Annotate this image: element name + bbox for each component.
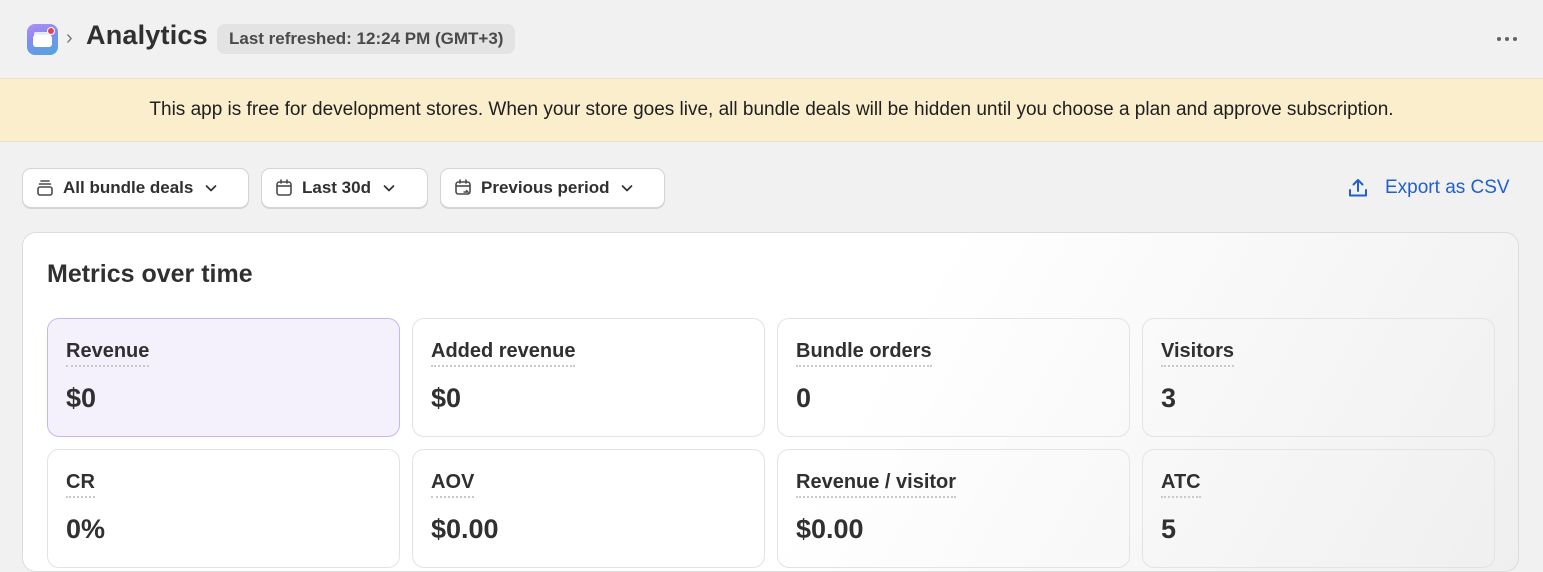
more-actions-button[interactable] — [1490, 28, 1524, 50]
metric-label[interactable]: AOV — [431, 471, 475, 498]
upload-icon — [1349, 179, 1367, 197]
metric-label[interactable]: ATC — [1161, 471, 1201, 498]
last-refreshed-badge: Last refreshed: 12:24 PM (GMT+3) — [217, 24, 516, 54]
breadcrumb-separator: › — [66, 27, 73, 49]
metric-label[interactable]: Revenue / visitor — [796, 471, 957, 498]
metric-value: 0% — [66, 514, 106, 544]
metric-tile-cr[interactable]: CR 0% — [47, 449, 400, 568]
metric-tile-visitors[interactable]: Visitors 3 — [1142, 318, 1495, 437]
banner-text: This app is free for development stores.… — [149, 99, 1394, 120]
metric-tile-atc[interactable]: ATC 5 — [1142, 449, 1495, 568]
metric-tile-revenue-per-visitor[interactable]: Revenue / visitor $0.00 — [777, 449, 1130, 568]
chevron-down-icon — [383, 185, 395, 192]
date-range-label: Last 30d — [302, 178, 371, 197]
stack-icon — [37, 180, 53, 196]
dev-store-banner: This app is free for development stores.… — [0, 78, 1543, 142]
top-bar: › Analytics Last refreshed: 12:24 PM (GM… — [0, 0, 1543, 78]
more-horizontal-icon-dot — [1513, 37, 1517, 41]
comparison-period-button[interactable]: Previous period — [440, 168, 665, 208]
export-csv-label: Export as CSV — [1385, 177, 1510, 198]
bundle-filter-label: All bundle deals — [63, 178, 194, 197]
metric-label[interactable]: Added revenue — [431, 340, 576, 367]
metric-value: 5 — [1161, 514, 1177, 544]
metric-value: 0 — [796, 383, 812, 413]
metric-tile-revenue[interactable]: Revenue $0 — [47, 318, 400, 437]
metric-value: $0 — [66, 383, 97, 413]
more-horizontal-icon-dot — [1505, 37, 1509, 41]
filter-bar: All bundle deals Last 30d Previous perio… — [0, 168, 1543, 208]
metric-value: $0.00 — [431, 514, 499, 544]
calendar-compare-icon — [455, 179, 471, 195]
more-horizontal-icon — [1497, 37, 1501, 41]
metric-tile-aov[interactable]: AOV $0.00 — [412, 449, 765, 568]
metric-value: $0 — [431, 383, 462, 413]
app-logo-stack — [33, 35, 52, 47]
export-csv-button[interactable]: Export as CSV — [1346, 168, 1510, 208]
app-logo-dot — [47, 27, 55, 35]
app-logo[interactable] — [27, 24, 58, 55]
metric-label[interactable]: Visitors — [1161, 340, 1234, 367]
date-range-button[interactable]: Last 30d — [261, 168, 428, 208]
metric-label[interactable]: Revenue — [66, 340, 150, 367]
bundle-filter-button[interactable]: All bundle deals — [22, 168, 249, 208]
chevron-down-icon — [622, 185, 633, 192]
metrics-card: Metrics over time Revenue $0 Added reven… — [22, 232, 1519, 572]
page-title: Analytics — [86, 20, 208, 50]
metric-label[interactable]: CR — [66, 471, 95, 498]
metric-value: $0.00 — [796, 514, 864, 544]
comparison-period-label: Previous period — [481, 178, 610, 197]
metric-tile-bundle-orders[interactable]: Bundle orders 0 — [777, 318, 1130, 437]
card-title: Metrics over time — [47, 260, 253, 288]
calendar-icon — [276, 179, 292, 196]
chevron-down-icon — [206, 185, 217, 192]
metric-value: 3 — [1161, 383, 1177, 413]
metric-label[interactable]: Bundle orders — [796, 340, 932, 367]
metric-tile-added-revenue[interactable]: Added revenue $0 — [412, 318, 765, 437]
